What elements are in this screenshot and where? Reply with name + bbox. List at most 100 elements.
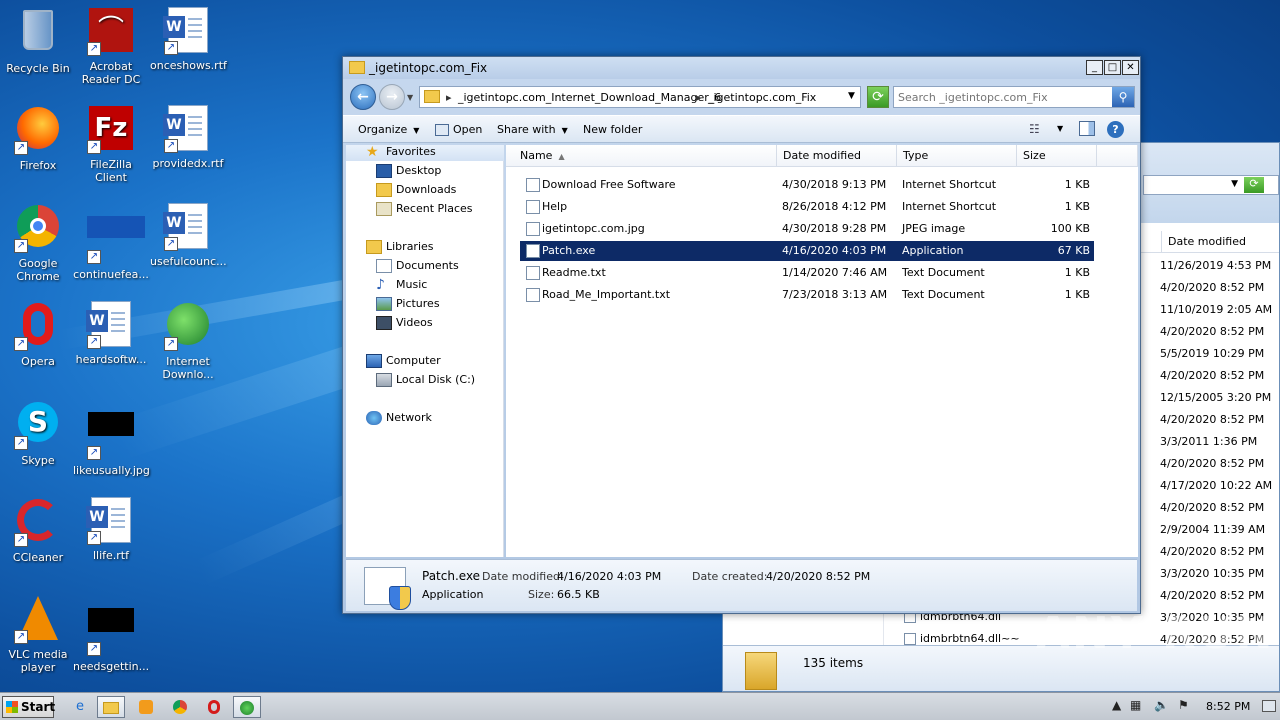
file-row[interactable]: Road_Me_Important.txt 7/23/2018 3:13 AM Te…: [520, 285, 1094, 305]
breadcrumb-item[interactable]: _igetintopc.com_Internet_Download_Manage…: [458, 91, 721, 104]
back-button[interactable]: ←: [350, 84, 376, 110]
desktop-icon[interactable]: ↗ onceshows.rtf: [150, 6, 227, 72]
file-row[interactable]: Readme.txt 1/14/2020 7:46 AM Text Document…: [520, 263, 1094, 283]
explorer-taskbar-button[interactable]: [97, 696, 125, 718]
network-status-icon[interactable]: ▦: [1130, 698, 1141, 712]
refresh-icon[interactable]: ⟳: [1244, 177, 1264, 193]
documents-icon: [376, 259, 392, 273]
date-cell: 4/20/2020 8:52 PM: [1160, 457, 1265, 470]
breadcrumb-separator-icon[interactable]: ▸: [696, 91, 702, 104]
desktop-icon[interactable]: ↗ providedx.rtf: [150, 104, 226, 170]
nav-desktop[interactable]: Desktop: [376, 162, 441, 180]
view-options-icon[interactable]: ☷: [1029, 122, 1040, 136]
idm-taskbar-button[interactable]: [233, 696, 261, 718]
desktop-icon[interactable]: ↗ continuefea...: [73, 202, 149, 281]
volume-icon[interactable]: 🔈: [1154, 698, 1169, 712]
help-icon[interactable]: ?: [1107, 121, 1124, 138]
close-button[interactable]: ✕: [1122, 60, 1139, 75]
shortcut-arrow-icon: ↗: [87, 335, 101, 349]
chrome-icon[interactable]: [166, 696, 194, 718]
column-type[interactable]: Type: [897, 145, 1017, 167]
recent-pages-chevron-icon[interactable]: ▼: [407, 93, 413, 102]
maximize-button[interactable]: □: [1104, 60, 1121, 75]
nav-libraries[interactable]: Libraries: [366, 238, 434, 256]
nav-network[interactable]: Network: [366, 409, 432, 427]
desktop-icon-label: llife.rtf: [92, 549, 129, 562]
explorer-window[interactable]: _igetintopc.com_Fix _ □ ✕ ← → ▼ ▸ _igeti…: [342, 56, 1141, 614]
show-desktop-icon[interactable]: [1262, 700, 1276, 712]
cell-type: Text Document: [902, 266, 985, 279]
desktop-icon[interactable]: ↗ heardsoftw...: [73, 300, 149, 366]
details-created-label: Date created:: [692, 570, 768, 583]
cell-date: 4/30/2018 9:28 PM: [782, 222, 887, 235]
chevron-down-icon[interactable]: ▼: [1057, 124, 1063, 133]
nav-videos[interactable]: Videos: [376, 314, 433, 332]
action-center-flag-icon[interactable]: ⚑: [1178, 698, 1189, 712]
nav-label: Libraries: [386, 240, 434, 253]
file-row[interactable]: igetintopc.com.jpg 4/30/2018 9:28 PM JPEG …: [520, 219, 1094, 239]
nav-documents[interactable]: Documents: [376, 257, 459, 275]
desktop-icon[interactable]: Fz ↗ FileZilla Client: [73, 104, 149, 184]
nav-favorites[interactable]: ★ Favorites: [366, 143, 436, 161]
breadcrumb-separator-icon[interactable]: ▸: [446, 91, 452, 104]
start-button[interactable]: Start: [2, 696, 55, 718]
search-icon[interactable]: ⚲: [1112, 87, 1134, 107]
refresh-button[interactable]: ⟳: [867, 86, 889, 108]
desktop-icon[interactable]: ↗ llife.rtf: [73, 496, 149, 562]
desktop-icon[interactable]: ↗ CCleaner: [0, 496, 76, 564]
column-name[interactable]: Name ▲: [506, 145, 777, 167]
nav-downloads[interactable]: Downloads: [376, 181, 456, 199]
file-row[interactable]: Download Free Software 4/30/2018 9:13 PM I…: [520, 175, 1094, 195]
desktop-icon[interactable]: ↗ usefulcounc...: [150, 202, 227, 268]
file-row[interactable]: Help 8/26/2018 4:12 PM Internet Shortcut 1 …: [520, 197, 1094, 217]
show-hidden-icons-icon[interactable]: ▲: [1112, 698, 1121, 712]
desktop-icon[interactable]: Recycle Bin: [0, 6, 76, 75]
opera-icon[interactable]: [200, 696, 228, 718]
list-item[interactable]: idmbrbtn64.dll~~: [920, 632, 1020, 645]
shortcut-arrow-icon: ↗: [87, 42, 101, 56]
search-input[interactable]: [898, 89, 1108, 105]
date-cell: 11/10/2019 2:05 AM: [1160, 303, 1273, 316]
shortcut-arrow-icon: ↗: [87, 140, 101, 154]
date-cell: 4/20/2020 8:52 PM: [1160, 369, 1265, 382]
chevron-down-icon[interactable]: ▼: [848, 91, 855, 101]
clock[interactable]: 8:52 PM: [1206, 700, 1250, 713]
address-bar[interactable]: ▸ _igetintopc.com_Internet_Download_Mana…: [419, 86, 861, 108]
desktop-icon[interactable]: ⌒ ↗ Acrobat Reader DC: [73, 6, 149, 86]
desktop-icon[interactable]: ↗ needsgettin...: [73, 594, 149, 673]
share-with-button[interactable]: Share with ▼: [497, 123, 568, 136]
nav-local-disk[interactable]: Local Disk (C:): [376, 371, 475, 389]
background-address-bar[interactable]: ▼ ⟳: [1143, 175, 1279, 195]
column-filler: [1097, 145, 1138, 167]
desktop-icon[interactable]: ↗ VLC media player: [0, 594, 76, 674]
nav-music[interactable]: ♪ Music: [376, 276, 427, 294]
nav-pictures[interactable]: Pictures: [376, 295, 440, 313]
nav-computer[interactable]: Computer: [366, 352, 441, 370]
breadcrumb-item[interactable]: _igetintopc.com_Fix: [708, 91, 816, 104]
internet-explorer-icon[interactable]: e: [66, 696, 94, 718]
desktop-icon-label: FileZilla Client: [90, 158, 132, 184]
forward-button[interactable]: →: [379, 84, 405, 110]
organize-button[interactable]: Organize ▼: [358, 123, 419, 136]
cell-type: Internet Shortcut: [902, 178, 997, 191]
minimize-button[interactable]: _: [1086, 60, 1103, 75]
media-player-icon[interactable]: [132, 696, 160, 718]
desktop-icon[interactable]: ↗ Firefox: [0, 104, 76, 172]
open-button[interactable]: Open: [435, 123, 482, 136]
column-size[interactable]: Size: [1017, 145, 1097, 167]
file-row[interactable]: Patch.exe 4/16/2020 4:03 PM Application 67 …: [520, 241, 1094, 261]
desktop-icon[interactable]: S ↗ Skype: [0, 398, 76, 467]
desktop-icon[interactable]: ↗ Opera: [0, 300, 76, 368]
new-folder-button[interactable]: New folder: [583, 123, 642, 136]
nav-recent-places[interactable]: Recent Places: [376, 200, 473, 218]
preview-pane-icon[interactable]: [1079, 121, 1095, 136]
desktop-icon[interactable]: ↗ Google Chrome: [0, 202, 76, 283]
title-bar[interactable]: _igetintopc.com_Fix _ □ ✕: [343, 57, 1140, 79]
desktop-icon[interactable]: ↗ likeusually.jpg: [73, 398, 150, 477]
search-box[interactable]: ⚲: [893, 86, 1135, 108]
command-bar: Organize ▼ Open Share with ▼ New folder ☷ …: [343, 115, 1140, 143]
desktop-icon[interactable]: ↗ Internet Downlo...: [150, 300, 226, 381]
chevron-down-icon[interactable]: ▼: [1231, 179, 1238, 189]
column-date-modified[interactable]: Date modified: [777, 145, 897, 167]
column-date-modified[interactable]: Date modified: [1161, 231, 1246, 253]
